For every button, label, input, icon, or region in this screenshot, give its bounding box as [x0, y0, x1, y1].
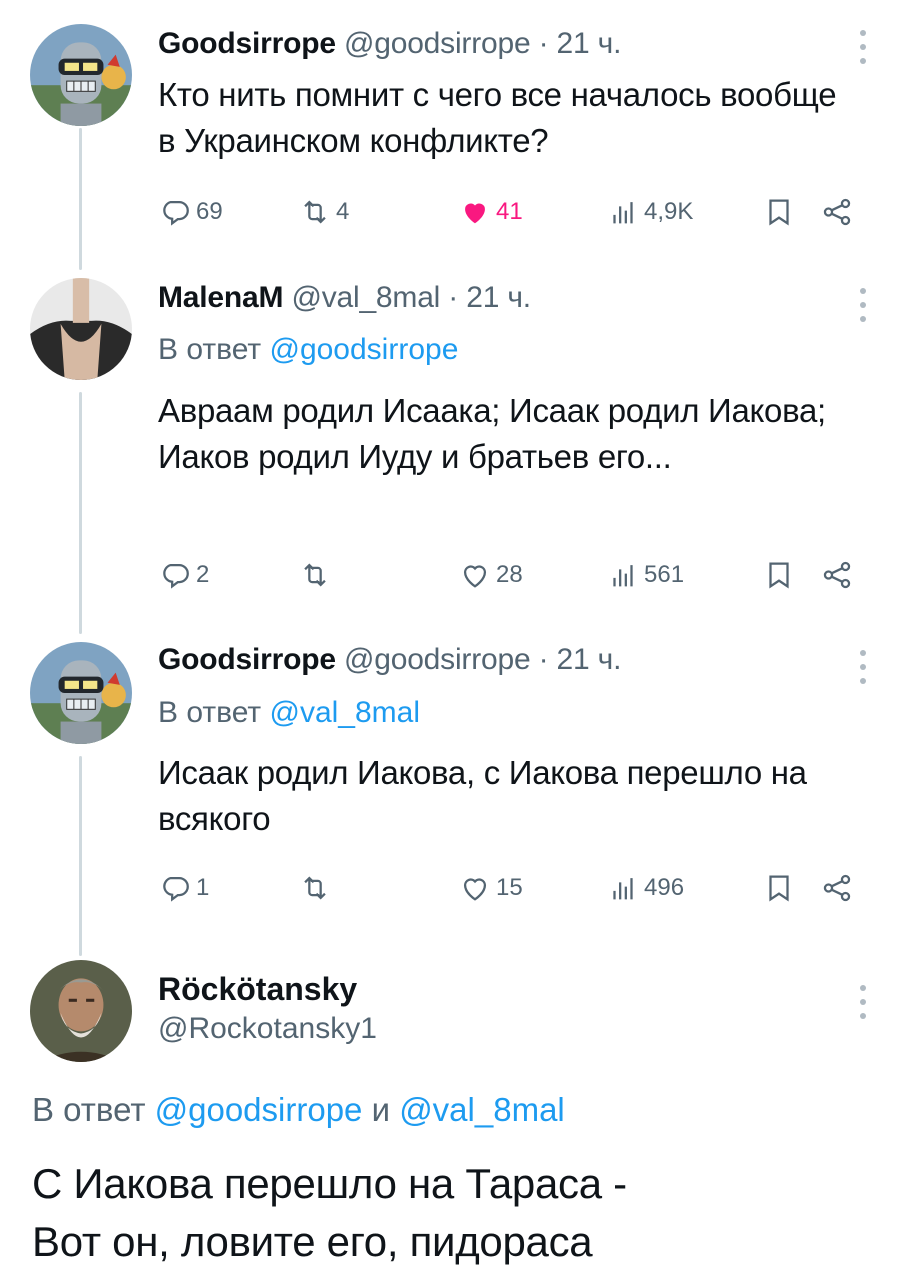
retweet-icon [304, 876, 326, 900]
separator: · [538, 643, 549, 676]
tweet-text: Кто нить помнит с чего все началось вооб… [158, 76, 837, 159]
tweet-text-line: С Иакова перешло на Тараса - [32, 1160, 627, 1207]
author-handle[interactable]: @goodsirrope [344, 643, 531, 676]
bookmark-icon [769, 875, 789, 902]
reply-count: 1 [196, 874, 210, 901]
author-handle[interactable]: @goodsirrope [344, 27, 531, 60]
reply-context: В ответ @val_8mal [158, 695, 420, 731]
author-handle[interactable]: @Rockotansky1 [158, 1011, 377, 1047]
separator: · [538, 27, 549, 60]
more-options-icon[interactable] [859, 288, 867, 322]
heart-filled-icon [465, 203, 485, 224]
robot-avatar[interactable] [30, 24, 132, 126]
bookmark-button[interactable] [762, 555, 796, 595]
reply-prefix: В ответ [158, 696, 270, 729]
heart-icon [463, 878, 487, 901]
heart-icon [463, 565, 487, 588]
reply-mention-link[interactable]: @goodsirrope [269, 333, 458, 366]
share-button[interactable] [820, 555, 854, 595]
share-icon [823, 561, 851, 589]
views-icon [613, 878, 633, 900]
reply-mention-link[interactable]: @val_8mal [269, 696, 420, 729]
thread-line [79, 392, 82, 634]
reply-count: 69 [196, 198, 223, 225]
views-icon [613, 202, 633, 224]
reply-joiner: и [362, 1091, 400, 1128]
tweet-text: С Иакова перешло на Тараса - Вот он, лов… [32, 1155, 892, 1271]
reply-button[interactable]: 2 [158, 555, 209, 595]
reply-prefix: В ответ [32, 1091, 155, 1128]
tweet-header: Goodsirrope @goodsirrope · 21 ч. [158, 642, 621, 678]
reply-mention-link[interactable]: @val_8mal [399, 1091, 565, 1128]
author-name[interactable]: Röckötansky [158, 970, 357, 1008]
views-button[interactable]: 496 [606, 868, 684, 908]
share-icon [823, 874, 851, 902]
reply-mention-link[interactable]: @goodsirrope [155, 1091, 363, 1128]
reply-button[interactable]: 69 [158, 192, 223, 232]
retweet-button[interactable]: 4 [298, 192, 349, 232]
retweet-count: 4 [336, 198, 350, 225]
views-icon [613, 565, 633, 587]
reply-count: 2 [196, 561, 210, 588]
bearded-man-avatar[interactable] [30, 960, 132, 1062]
author-name[interactable]: Goodsirrope [158, 643, 336, 676]
bookmark-icon [769, 562, 789, 589]
tweet-actions: 1 15 496 [158, 868, 858, 908]
reply-icon [163, 876, 189, 902]
retweet-button[interactable] [298, 868, 336, 908]
reply-button[interactable]: 1 [158, 868, 209, 908]
share-button[interactable] [820, 192, 854, 232]
reply-prefix: В ответ [158, 333, 270, 366]
reply-icon [163, 563, 189, 589]
bookmark-button[interactable] [762, 868, 796, 908]
bookmark-icon [769, 199, 789, 226]
retweet-icon [304, 200, 326, 224]
reply-icon [163, 200, 189, 226]
bookmark-button[interactable] [762, 192, 796, 232]
like-button[interactable]: 15 [458, 868, 523, 908]
author-name[interactable]: MalenaM [158, 281, 283, 314]
like-button[interactable]: 28 [458, 555, 523, 595]
timestamp[interactable]: 21 ч. [466, 281, 531, 314]
author-name[interactable]: Goodsirrope [158, 27, 336, 60]
tweet-actions: 69 4 41 4,9K [158, 192, 858, 232]
tweet-header: Goodsirrope @goodsirrope · 21 ч. [158, 26, 621, 62]
author-handle[interactable]: @val_8mal [291, 281, 440, 314]
like-count: 15 [496, 874, 523, 901]
view-count: 561 [644, 561, 685, 588]
robot-avatar[interactable] [30, 642, 132, 744]
timestamp[interactable]: 21 ч. [557, 643, 622, 676]
thread-line [79, 128, 82, 270]
view-count: 4,9K [644, 198, 694, 225]
tweet-text-line: Вот он, ловите его, пидораса [32, 1218, 593, 1265]
person-avatar[interactable] [30, 278, 132, 380]
reply-context: В ответ @goodsirrope и @val_8mal [32, 1090, 565, 1130]
like-count: 41 [496, 198, 523, 225]
share-icon [823, 198, 851, 226]
more-options-icon[interactable] [859, 30, 867, 64]
view-count: 496 [644, 874, 685, 901]
views-button[interactable]: 4,9K [606, 192, 693, 232]
share-button[interactable] [820, 868, 854, 908]
views-button[interactable]: 561 [606, 555, 684, 595]
reply-context: В ответ @goodsirrope [158, 332, 458, 368]
like-count: 28 [496, 561, 523, 588]
tweet-text: Авраам родил Исаака; Исаак родил Иакова;… [158, 392, 826, 475]
tweet-header: MalenaM @val_8mal · 21 ч. [158, 280, 531, 316]
retweet-icon [304, 563, 326, 587]
timestamp[interactable]: 21 ч. [557, 27, 622, 60]
more-options-icon[interactable] [859, 650, 867, 684]
thread-line [79, 756, 82, 956]
more-options-icon[interactable] [859, 985, 867, 1019]
retweet-button[interactable] [298, 555, 336, 595]
like-button[interactable]: 41 [458, 192, 523, 232]
tweet-text: Исаак родил Иакова, с Иакова перешло на … [158, 754, 807, 837]
separator: · [448, 281, 459, 314]
tweet-actions: 2 28 561 [158, 555, 858, 595]
